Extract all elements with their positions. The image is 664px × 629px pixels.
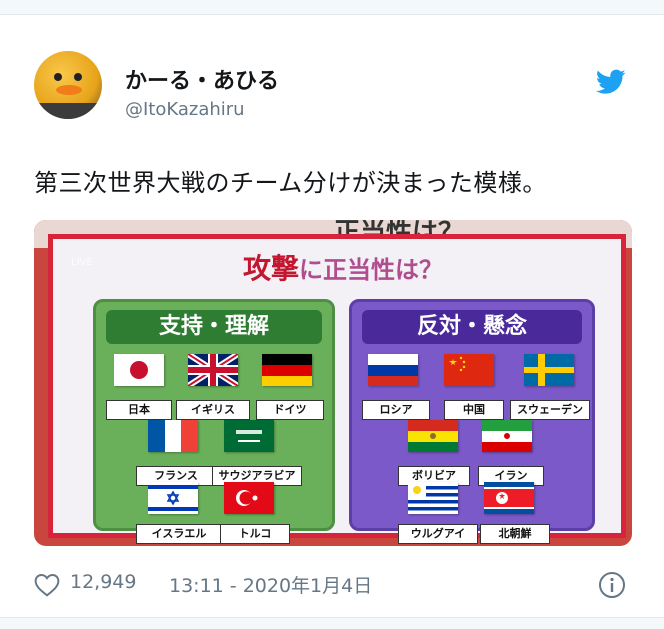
tweet-card: かーる・あひる @ItoKazahiru 第三次世界大戦のチーム分けが決まった模… <box>0 14 664 618</box>
avatar[interactable] <box>34 51 102 119</box>
country-label-turkey: トルコ <box>220 524 290 544</box>
like-count[interactable]: 12,949 <box>70 571 136 593</box>
iran-flag-icon <box>482 420 532 452</box>
uruguay-flag-icon <box>408 482 458 514</box>
country-label-uruguay: ウルグアイ <box>398 524 478 544</box>
oppose-header: 反対・懸念 <box>362 310 582 344</box>
russia-flag-icon <box>368 354 418 386</box>
board-title: 攻撃に正当性は？ <box>243 247 443 287</box>
live-label: LIVE <box>71 257 93 268</box>
tweet-text: 第三次世界大戦のチーム分けが決まった模様。 <box>34 169 547 197</box>
avatar-band <box>34 103 102 119</box>
china-flag-icon <box>444 354 494 386</box>
support-header: 支持・理解 <box>106 310 322 344</box>
country-label-uk: イギリス <box>176 400 250 420</box>
country-label-sweden: スウェーデン <box>510 400 590 420</box>
user-handle[interactable]: @ItoKazahiru <box>125 99 245 120</box>
country-label-china: 中国 <box>444 400 504 420</box>
turkey-flag-icon <box>224 482 274 514</box>
board-title-rest: に正当性は？ <box>299 256 444 284</box>
avatar-beak <box>56 85 82 95</box>
tweet-footer: 12,949 13:11 - 2020年1月4日 <box>34 571 634 601</box>
bolivia-flag-icon <box>408 420 458 452</box>
twitter-bird-icon[interactable] <box>596 69 626 95</box>
germany-flag-icon <box>262 354 312 386</box>
israel-flag-icon <box>148 482 198 514</box>
country-label-japan: 日本 <box>106 400 172 420</box>
uk-flag-icon <box>188 354 238 386</box>
info-icon[interactable] <box>598 571 626 599</box>
country-label-north-korea: 北朝鮮 <box>480 524 550 544</box>
country-label-germany: ドイツ <box>256 400 324 420</box>
saudi-arabia-flag-icon <box>224 420 274 452</box>
oppose-panel: 反対・懸念 ロシア 中国 スウェーデン ボリビア イラン ウルグアイ 北朝鮮 <box>349 299 595 544</box>
japan-flag-icon <box>114 354 164 386</box>
country-label-israel: イスラエル <box>136 524 222 544</box>
support-panel: 支持・理解 日本 イギリス ドイツ フランス サウジアラビア イスラエル トルコ <box>93 299 335 544</box>
tweet-media-image[interactable]: 正当性は？ LIVE 攻撃に正当性は？ 支持・理解 日本 イギリス ドイツ フラ… <box>34 220 632 546</box>
france-flag-icon <box>148 420 198 452</box>
tweet-timestamp[interactable]: 13:11 - 2020年1月4日 <box>169 571 372 598</box>
display-name[interactable]: かーる・あひる <box>125 63 279 95</box>
avatar-eye-right <box>74 73 82 81</box>
sweden-flag-icon <box>524 354 574 386</box>
tv-board: LIVE 攻撃に正当性は？ 支持・理解 日本 イギリス ドイツ フランス サウジ… <box>48 234 626 544</box>
heart-icon[interactable] <box>34 573 60 597</box>
country-label-russia: ロシア <box>362 400 430 420</box>
north-korea-flag-icon <box>484 482 534 514</box>
avatar-eye-left <box>54 73 62 81</box>
board-title-main: 攻撃 <box>243 252 300 285</box>
